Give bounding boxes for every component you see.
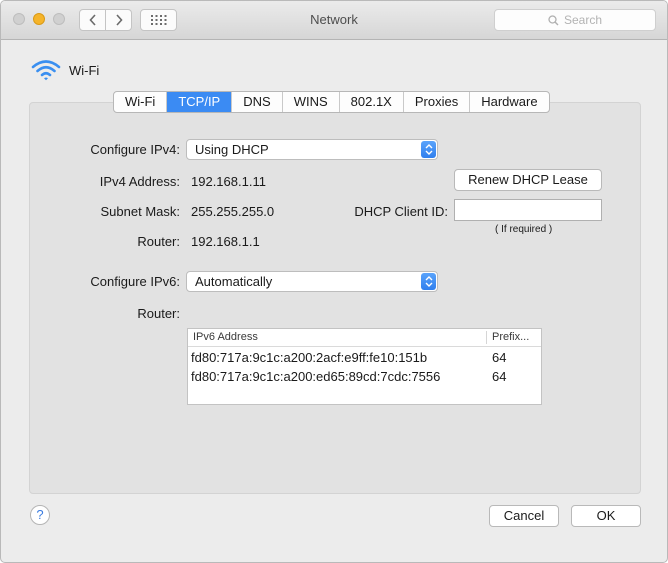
prefix-cell: 64 xyxy=(492,369,507,384)
tab-tcpip[interactable]: TCP/IP xyxy=(167,92,233,112)
tab-bar: Wi-Fi TCP/IP DNS WINS 802.1X Proxies Har… xyxy=(113,91,550,113)
tab-hardware[interactable]: Hardware xyxy=(470,92,548,112)
ipv4-address-label: IPv4 Address: xyxy=(99,174,180,189)
dhcp-client-id-label: DHCP Client ID: xyxy=(354,204,448,219)
table-row[interactable]: fd80:717a:9c1c:a200:2acf:e9ff:fe10:151b … xyxy=(188,348,541,367)
configure-ipv4-label: Configure IPv4: xyxy=(90,142,180,157)
router-value: 192.168.1.1 xyxy=(191,234,260,249)
column-separator xyxy=(486,331,487,344)
ok-button[interactable]: OK xyxy=(571,505,641,527)
configure-ipv6-popup[interactable]: Automatically xyxy=(186,271,438,292)
table-header: IPv6 Address Prefix... xyxy=(188,329,541,347)
search-icon xyxy=(548,14,559,25)
prefix-cell: 64 xyxy=(492,350,507,365)
ipv6-router-label: Router: xyxy=(137,306,180,321)
wifi-icon xyxy=(31,60,61,81)
dhcp-client-id-field[interactable] xyxy=(454,199,602,221)
ipv6-address-cell: fd80:717a:9c1c:a200:ed65:89cd:7cdc:7556 xyxy=(191,369,441,384)
configure-ipv6-label: Configure IPv6: xyxy=(90,274,180,289)
ipv6-address-table[interactable]: IPv6 Address Prefix... fd80:717a:9c1c:a2… xyxy=(187,328,542,405)
table-row[interactable]: fd80:717a:9c1c:a200:ed65:89cd:7cdc:7556 … xyxy=(188,367,541,386)
tab-proxies[interactable]: Proxies xyxy=(404,92,471,112)
network-window: Network Search Wi-Fi Wi-Fi TCP/IP DNS WI… xyxy=(0,0,668,563)
ipv4-address-value: 192.168.1.11 xyxy=(191,174,266,189)
tab-8021x[interactable]: 802.1X xyxy=(340,92,404,112)
router-label: Router: xyxy=(137,234,180,249)
dhcp-client-id-hint: ( If required ) xyxy=(495,224,553,235)
column-header-ipv6-address[interactable]: IPv6 Address xyxy=(193,331,258,343)
ipv6-address-cell: fd80:717a:9c1c:a200:2acf:e9ff:fe10:151b xyxy=(191,350,428,365)
subnet-mask-value: 255.255.255.0 xyxy=(191,204,275,219)
search-placeholder: Search xyxy=(563,13,603,27)
interface-header: Wi-Fi xyxy=(31,59,99,81)
configure-ipv4-value: Using DHCP xyxy=(195,142,269,157)
tab-dns[interactable]: DNS xyxy=(232,92,283,112)
subnet-mask-label: Subnet Mask: xyxy=(100,204,181,219)
configure-ipv6-value: Automatically xyxy=(195,274,273,289)
tcpip-panel xyxy=(29,102,641,494)
search-field[interactable]: Search xyxy=(494,9,656,31)
tab-wifi[interactable]: Wi-Fi xyxy=(114,92,168,112)
updown-arrows-icon xyxy=(421,141,436,158)
title-bar: Network Search xyxy=(1,1,667,40)
column-header-prefix[interactable]: Prefix... xyxy=(492,331,529,343)
tab-wins[interactable]: WINS xyxy=(283,92,340,112)
updown-arrows-icon xyxy=(421,273,436,290)
configure-ipv4-popup[interactable]: Using DHCP xyxy=(186,139,438,160)
help-button[interactable]: ? xyxy=(30,505,50,525)
renew-dhcp-lease-button[interactable]: Renew DHCP Lease xyxy=(454,169,602,191)
cancel-button[interactable]: Cancel xyxy=(489,505,559,527)
interface-name: Wi-Fi xyxy=(69,62,100,78)
